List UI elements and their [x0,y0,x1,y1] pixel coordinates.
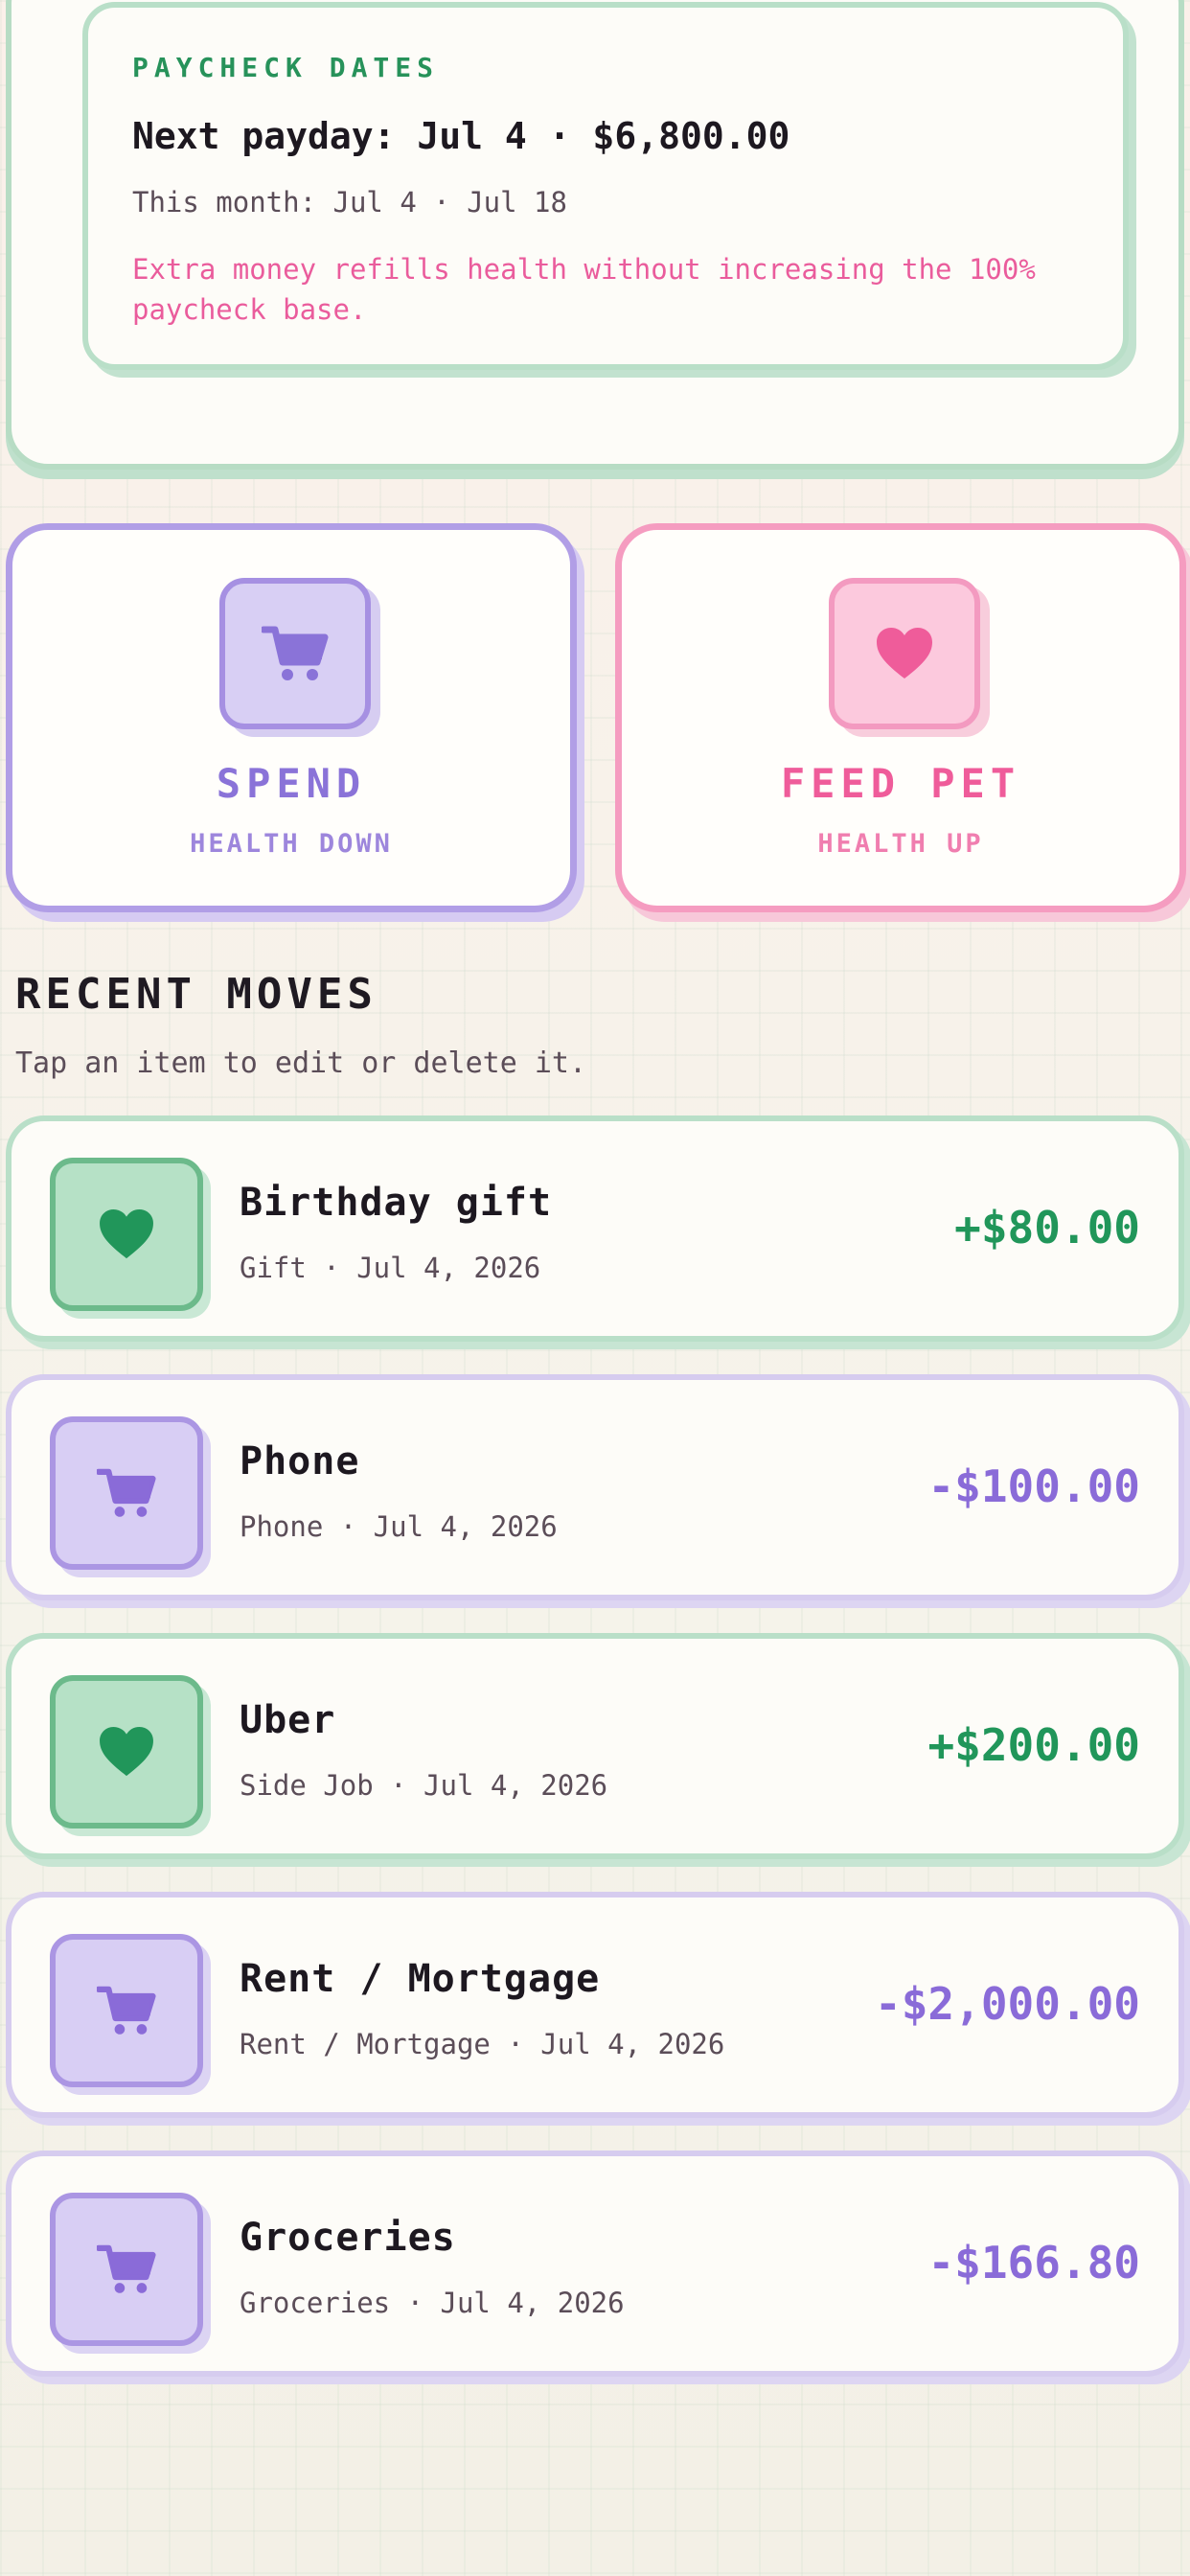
transaction-amount: -$166.80 [927,2237,1140,2288]
transaction-meta: Rent / Mortgage · Jul 4, 2026 [240,2028,725,2060]
paycheck-section: PAYCHECK DATES Next payday: Jul 4 · $6,8… [6,0,1184,470]
transaction-amount: +$80.00 [954,1202,1140,1254]
transaction-row[interactable]: Birthday gift Gift · Jul 4, 2026 +$80.00 [6,1116,1184,1342]
spend-button[interactable]: SPEND HEALTH DOWN [6,523,577,912]
feed-pet-subtitle: HEALTH UP [817,829,984,859]
heart-icon [50,1675,203,1828]
transaction-amount: -$100.00 [927,1460,1140,1512]
transaction-row[interactable]: Rent / Mortgage Rent / Mortgage · Jul 4,… [6,1892,1184,2118]
next-payday: Next payday: Jul 4 · $6,800.00 [132,115,790,157]
transaction-name: Birthday gift [240,1181,553,1225]
feed-pet-button[interactable]: FEED PET HEALTH UP [615,523,1186,912]
transaction-amount: -$2,000.00 [875,1978,1140,2030]
paycheck-card: PAYCHECK DATES Next payday: Jul 4 · $6,8… [82,2,1129,370]
cart-icon [219,578,371,729]
recent-moves-subtitle: Tap an item to edit or delete it. [15,1046,587,1080]
transaction-meta: Gift · Jul 4, 2026 [240,1252,541,1284]
cart-icon [50,1416,203,1570]
cart-icon [50,1934,203,2087]
transaction-row[interactable]: Uber Side Job · Jul 4, 2026 +$200.00 [6,1633,1184,1859]
transaction-name: Rent / Mortgage [240,1957,601,2001]
transaction-row[interactable]: Phone Phone · Jul 4, 2026 -$100.00 [6,1374,1184,1600]
transaction-name: Phone [240,1439,360,1484]
transaction-meta: Groceries · Jul 4, 2026 [240,2287,625,2319]
recent-moves-title: RECENT MOVES [15,970,378,1019]
transaction-name: Groceries [240,2216,456,2260]
transaction-row[interactable]: Groceries Groceries · Jul 4, 2026 -$166.… [6,2150,1184,2377]
transaction-amount: +$200.00 [927,1719,1140,1771]
cart-icon [50,2193,203,2346]
spend-subtitle: HEALTH DOWN [190,829,393,859]
this-month-dates: This month: Jul 4 · Jul 18 [132,186,567,218]
spend-title: SPEND [216,760,367,807]
transaction-meta: Side Job · Jul 4, 2026 [240,1769,608,1802]
transaction-meta: Phone · Jul 4, 2026 [240,1510,558,1543]
heart-icon [829,578,980,729]
heart-icon [50,1158,203,1311]
feed-pet-title: FEED PET [780,760,1021,807]
paycheck-eyebrow: PAYCHECK DATES [132,52,440,83]
transaction-name: Uber [240,1698,336,1742]
paycheck-note: Extra money refills health without incre… [132,253,1036,326]
